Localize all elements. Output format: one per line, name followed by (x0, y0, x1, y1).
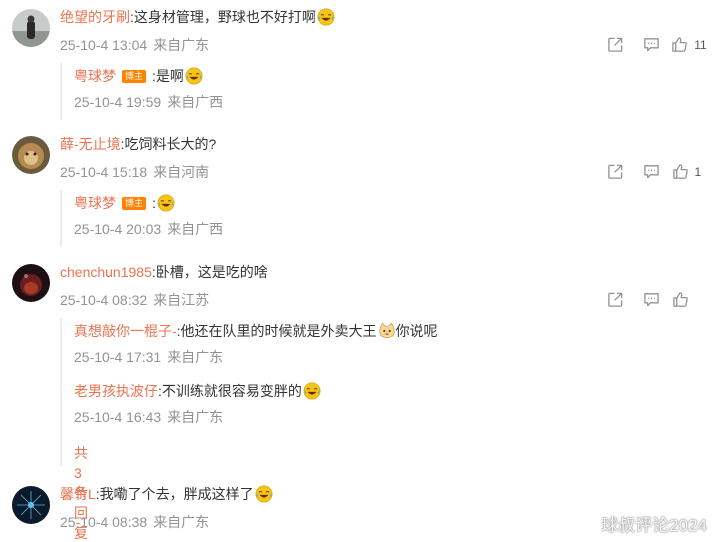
reply-text: :是啊 (152, 68, 184, 84)
share-icon[interactable] (597, 36, 633, 53)
thumb-up-icon (672, 163, 689, 180)
like-count: 11 (694, 37, 707, 52)
reply-location: 来自广西 (167, 221, 224, 237)
comment-actions: 1 (597, 163, 707, 180)
reply-author[interactable]: 真想敲你一棍子- (74, 323, 177, 339)
reply-list: 真想敲你一棍子-:他还在队里的时候就是外卖大王 你说呢 25-10-4 17:31… (60, 318, 438, 541)
reply-text-suffix: 你说呢 (395, 323, 438, 339)
blogger-badge: 博主 (122, 197, 147, 210)
comment-content: 馨竹L:我嘞了个去，胖成这样了 (60, 484, 273, 504)
reply-meta: 25-10-4 17:31 来自广东 (74, 347, 438, 367)
reply-icon[interactable] (633, 291, 669, 308)
laugh-cry-emoji-icon (303, 382, 321, 400)
reply-text: :他还在队里的时候就是外卖大王 (176, 323, 377, 339)
reply-item: 粤球梦 博主: 25-10-4 20:03 来自广西 (74, 193, 223, 239)
like-count: 1 (694, 164, 702, 179)
laugh-cry-emoji-icon (157, 194, 175, 212)
comment-author[interactable]: 绝望的牙刷 (60, 9, 130, 25)
avatar[interactable] (12, 136, 50, 174)
comment-date: 25-10-4 15:18 (60, 164, 148, 180)
comment-author[interactable]: chenchun1985 (60, 264, 152, 280)
comment-date: 25-10-4 08:38 (60, 514, 148, 530)
like-button[interactable]: 1 (671, 163, 707, 180)
comment-author[interactable]: 薛-无止境 (60, 136, 121, 152)
reply-item: 老男孩执波仔:不训练就很容易变胖的 25-10-4 16:43 来自广东 (74, 381, 321, 427)
reply-list: 粤球梦 博主: 25-10-4 20:03 来自广西 (60, 190, 223, 247)
avatar[interactable] (12, 264, 50, 302)
comment-location: 来自河南 (153, 164, 210, 180)
comment-actions (597, 291, 707, 308)
comment-location: 来自广东 (153, 514, 210, 530)
comment-actions: 11 (597, 36, 707, 53)
comment-content: 绝望的牙刷:这身材管理，野球也不好打啊 (60, 7, 335, 27)
reply-text: : (152, 195, 156, 211)
comment-item: chenchun1985:卧槽，这是吃的啥 25-10-4 08:32 来自江苏 … (0, 255, 719, 541)
avatar[interactable] (12, 9, 50, 47)
reply-text: :不训练就很容易变胖的 (158, 383, 302, 399)
reply-location: 来自广东 (167, 409, 224, 425)
comment-text: :我嘞了个去，胖成这样了 (95, 486, 254, 502)
reply-location: 来自广西 (167, 94, 224, 110)
comment-location: 来自广东 (153, 37, 210, 53)
comment-text: :吃饲料长大的? (120, 136, 217, 152)
avatar[interactable] (12, 486, 50, 524)
laugh-cry-emoji-icon (185, 67, 203, 85)
comment-location: 来自江苏 (153, 292, 210, 308)
reply-author[interactable]: 粤球梦 (74, 195, 116, 211)
reply-list: 粤球梦 博主 :是啊 25-10-4 19:59 来自广西 (60, 63, 223, 120)
reply-content: 粤球梦 博主 :是啊 (74, 66, 223, 86)
comment-item: 绝望的牙刷:这身材管理，野球也不好打啊 25-10-4 13:04 来自广东 11… (0, 0, 719, 125)
blogger-badge: 博主 (122, 70, 147, 83)
comment-content: chenchun1985:卧槽，这是吃的啥 (60, 262, 268, 282)
like-button[interactable] (671, 291, 707, 308)
reply-meta: 25-10-4 19:59 来自广西 (74, 92, 223, 112)
reply-item: 粤球梦 博主 :是啊 25-10-4 19:59 来自广西 (74, 66, 223, 112)
reply-content: 粤球梦 博主: (74, 193, 223, 213)
reply-author[interactable]: 粤球梦 (74, 68, 116, 84)
laugh-cry-emoji-icon (317, 8, 335, 26)
reply-date: 25-10-4 16:43 (74, 409, 162, 425)
reply-content: 真想敲你一棍子-:他还在队里的时候就是外卖大王 你说呢 (74, 321, 438, 341)
comment-content: 薛-无止境:吃饲料长大的? (60, 134, 216, 154)
reply-author[interactable]: 老男孩执波仔 (74, 383, 158, 399)
comment-item: 薛-无止境:吃饲料长大的? 25-10-4 15:18 来自河南 1 粤球梦 博主:… (0, 127, 719, 252)
comment-date: 25-10-4 13:04 (60, 37, 148, 53)
reply-item: 真想敲你一棍子-:他还在队里的时候就是外卖大王 你说呢 25-10-4 17:31… (74, 321, 438, 367)
comment-author[interactable]: 馨竹L (60, 486, 96, 502)
comment-date: 25-10-4 08:32 (60, 292, 148, 308)
comment-text: :卧槽，这是吃的啥 (151, 264, 268, 280)
comment-text: :这身材管理，野球也不好打啊 (130, 9, 316, 25)
share-icon[interactable] (597, 291, 633, 308)
thumb-up-icon (671, 36, 688, 53)
reply-meta: 25-10-4 16:43 来自广东 (74, 407, 321, 427)
comment-meta: 25-10-4 15:18 来自河南 (60, 162, 209, 182)
reply-meta: 25-10-4 20:03 来自广西 (74, 219, 223, 239)
watermark: 球叔评论2024 (601, 516, 707, 535)
reply-date: 25-10-4 20:03 (74, 221, 162, 237)
reply-content: 老男孩执波仔:不训练就很容易变胖的 (74, 381, 321, 401)
reply-location: 来自广东 (167, 349, 224, 365)
share-icon[interactable] (597, 163, 633, 180)
like-button[interactable]: 11 (671, 36, 707, 53)
reply-date: 25-10-4 19:59 (74, 94, 162, 110)
comment-meta: 25-10-4 08:38 来自广东 (60, 512, 209, 532)
laugh-cry-emoji-icon (255, 485, 273, 503)
reply-icon[interactable] (633, 163, 669, 180)
reply-icon[interactable] (633, 36, 669, 53)
comment-meta: 25-10-4 13:04 来自广东 (60, 35, 209, 55)
comment-meta: 25-10-4 08:32 来自江苏 (60, 290, 209, 310)
reply-date: 25-10-4 17:31 (74, 349, 162, 365)
cat-emoji-icon (378, 322, 396, 340)
thumb-up-icon (672, 291, 689, 308)
